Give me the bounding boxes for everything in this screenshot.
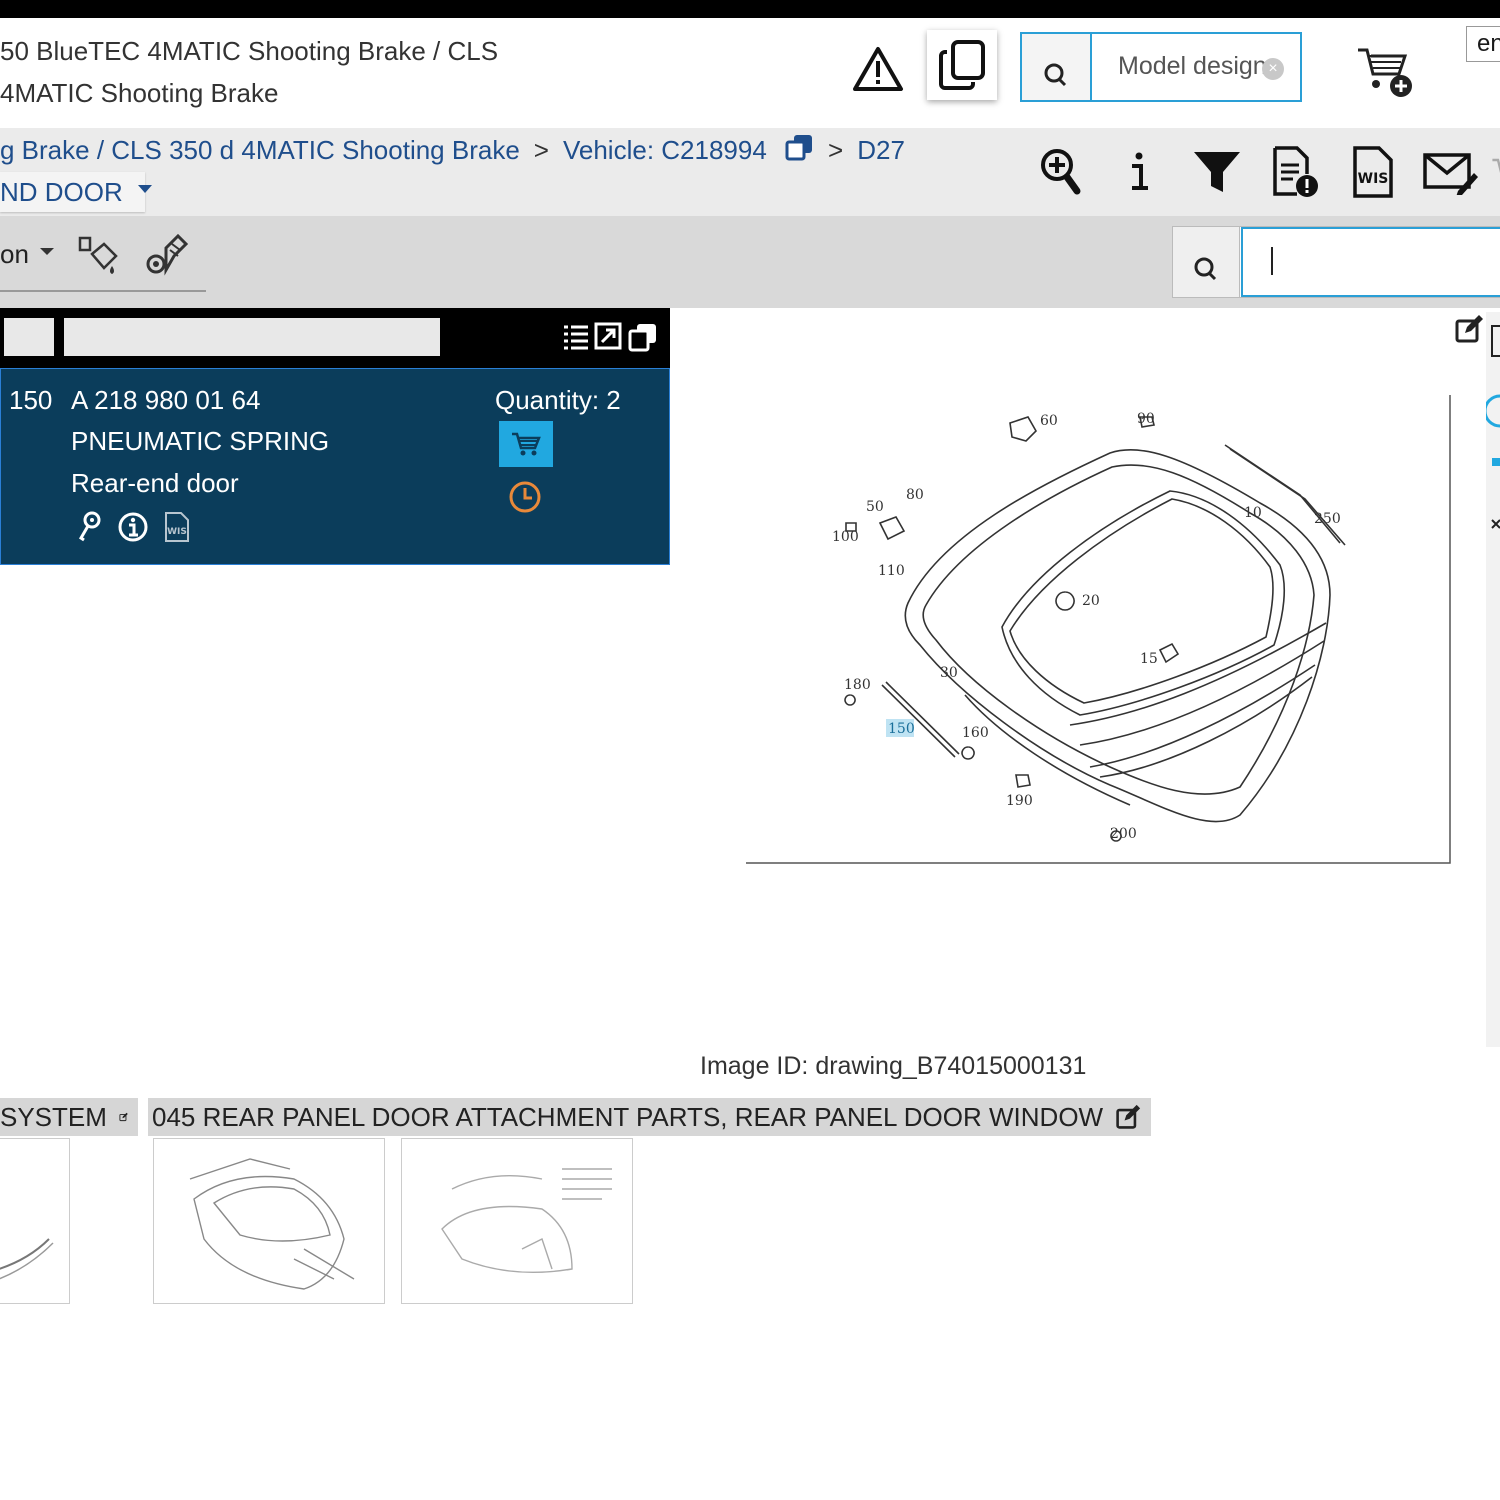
group-dropdown-label: ND DOOR	[0, 177, 123, 207]
model-search-input[interactable]: Model design	[1118, 52, 1268, 81]
history-icon[interactable]	[507, 479, 543, 520]
parts-list-header	[0, 308, 670, 368]
open-window-icon[interactable]	[628, 322, 658, 357]
clear-icon[interactable]: ×	[1262, 58, 1284, 80]
callout-10[interactable]: 10	[1244, 505, 1262, 521]
tab-label: SYSTEM	[0, 1102, 107, 1132]
callout-160[interactable]: 160	[962, 725, 989, 741]
toolbar: WIS	[1022, 142, 1500, 202]
tab-system[interactable]: SYSTEM	[0, 1098, 138, 1136]
cart-add-icon[interactable]	[1355, 44, 1415, 105]
thumbnail-1[interactable]	[0, 1138, 70, 1304]
thumbnail-2[interactable]	[153, 1138, 385, 1304]
add-to-cart-button[interactable]	[499, 421, 553, 467]
part-description: Rear-end door	[71, 468, 239, 498]
part-actions: WIS	[77, 511, 191, 543]
callout-110[interactable]: 110	[878, 563, 905, 579]
thumbnail-3[interactable]	[401, 1138, 633, 1304]
breadcrumb-group[interactable]: D27	[857, 135, 905, 165]
callout-50[interactable]: 50	[866, 499, 884, 515]
edit-icon[interactable]	[1454, 314, 1484, 349]
text-caret	[1271, 247, 1273, 275]
model-search: Model design ×	[1020, 32, 1302, 102]
copy-button[interactable]	[927, 30, 997, 100]
callout-60[interactable]: 60	[1040, 413, 1058, 429]
language-select[interactable]: en	[1466, 26, 1500, 62]
callout-190[interactable]: 190	[1006, 793, 1033, 809]
screw-icon[interactable]	[142, 230, 190, 283]
drawing-tabs: SYSTEM 045 REAR PANEL DOOR ATTACHMENT PA…	[0, 1098, 1152, 1136]
callout-100[interactable]: 100	[832, 529, 859, 545]
parts-search-button[interactable]	[1173, 227, 1240, 297]
side-panel-edge	[1483, 312, 1500, 1047]
callout-250[interactable]: 250	[1314, 511, 1341, 527]
paint-bucket-icon[interactable]	[74, 230, 122, 283]
tab-label: 045 REAR PANEL DOOR ATTACHMENT PARTS, RE…	[152, 1102, 1104, 1132]
warning-icon[interactable]	[852, 46, 904, 97]
part-name: PNEUMATIC SPRING	[71, 426, 330, 456]
position-filter-input[interactable]	[4, 318, 54, 356]
model-title-line2: 4MATIC Shooting Brake	[0, 78, 279, 108]
part-filter-input[interactable]	[64, 318, 440, 356]
model-title-line1: 50 BlueTEC 4MATIC Shooting Brake / CLS	[0, 36, 499, 66]
model-title: 50 BlueTEC 4MATIC Shooting Brake / CLS 4…	[0, 30, 498, 114]
image-id: Image ID: drawing_B74015000131	[700, 1052, 1087, 1080]
model-search-button[interactable]	[1022, 34, 1092, 100]
group-dropdown[interactable]: ND DOOR	[0, 172, 153, 212]
expand-icon[interactable]	[594, 322, 622, 355]
breadcrumb-vehicle[interactable]: Vehicle: C218994	[563, 135, 767, 165]
breadcrumb: g Brake / CLS 350 d 4MATIC Shooting Brak…	[0, 132, 905, 168]
info-icon[interactable]	[1100, 142, 1178, 202]
tab-rear-panel-door[interactable]: 045 REAR PANEL DOOR ATTACHMENT PARTS, RE…	[148, 1098, 1152, 1136]
cart-icon	[512, 432, 541, 456]
breadcrumb-separator: >	[828, 135, 844, 165]
edit-icon[interactable]	[119, 1104, 128, 1130]
callout-80[interactable]: 80	[906, 487, 924, 503]
breadcrumb-separator: >	[533, 135, 549, 165]
parts-search-input[interactable]	[1241, 227, 1500, 297]
list-view-icon[interactable]	[562, 322, 590, 355]
part-quantity: Quantity: 2	[495, 385, 621, 415]
part-position: 150	[9, 385, 53, 415]
svg-text:WIS: WIS	[167, 527, 187, 537]
search-icon	[1194, 257, 1217, 281]
copy-icon	[939, 40, 985, 90]
callout-20[interactable]: 20	[1082, 593, 1100, 609]
caret-down-icon	[40, 248, 55, 255]
parts-search	[1172, 226, 1500, 298]
part-number: A 218 980 01 64	[71, 385, 261, 415]
view-dropdown-label: on	[0, 239, 29, 269]
filter-icon[interactable]	[1178, 142, 1256, 202]
search-icon	[1044, 63, 1067, 87]
cart-icon[interactable]	[1490, 142, 1500, 202]
callout-30[interactable]: 30	[940, 665, 958, 681]
caret-down-icon	[138, 185, 153, 193]
svg-text:WIS: WIS	[1358, 171, 1389, 187]
wis-icon[interactable]: WIS	[1334, 142, 1412, 202]
callout-90[interactable]: 90	[1137, 411, 1155, 427]
mail-icon[interactable]	[1412, 142, 1490, 202]
info-circle-icon[interactable]	[117, 511, 149, 543]
breadcrumb-model[interactable]: g Brake / CLS 350 d 4MATIC Shooting Brak…	[0, 135, 520, 165]
callout-15[interactable]: 15	[1140, 651, 1158, 667]
zoom-in-icon[interactable]	[1022, 142, 1100, 202]
key-icon[interactable]	[77, 511, 103, 543]
exploded-drawing[interactable]: 60 90 50 80 100 110 10 250 20 15 30 180 …	[740, 395, 1452, 865]
top-strip	[0, 0, 1500, 18]
document-alert-icon[interactable]	[1256, 142, 1334, 202]
callout-150-highlighted[interactable]: 150	[888, 721, 915, 737]
callout-180[interactable]: 180	[844, 677, 871, 693]
part-row-selected[interactable]: 150 A 218 980 01 64 PNEUMATIC SPRING Rea…	[0, 368, 670, 565]
wis-icon[interactable]: WIS	[163, 511, 191, 543]
view-dropdown[interactable]: on	[0, 236, 60, 272]
edit-icon[interactable]	[1115, 1104, 1141, 1130]
callout-200[interactable]: 200	[1110, 826, 1137, 842]
copy-vin-icon[interactable]	[784, 133, 814, 161]
